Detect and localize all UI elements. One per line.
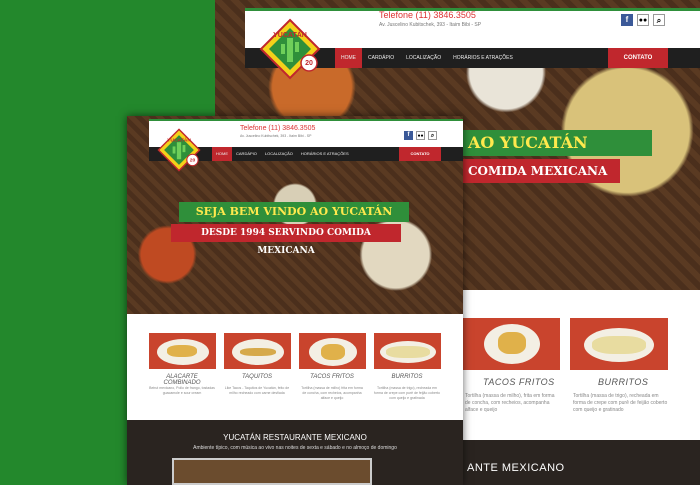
restaurant-photo [172,458,372,485]
nav-items: HOME CARDÁPIO LOCALIZAÇÃO HORÁRIOS E ATR… [335,48,519,68]
about-title: YUCATÁN RESTAURANTE MEXICANO [223,433,367,442]
card-image-combinado[interactable] [149,333,216,369]
logo-badge: 20 [305,60,313,67]
card-title[interactable]: ALACARTE COMBINADO [147,374,217,386]
hero-banner-title: AO YUCATÁN [460,130,652,156]
facebook-icon[interactable]: f [404,131,413,140]
hero-banner-title: SEJA BEM VINDO AO YUCATÁN [179,202,409,222]
nav-location[interactable]: LOCALIZAÇÃO [261,147,297,161]
card-description: Tortilha (massa de milho) frita em forma… [301,386,363,400]
hero-banner-subtitle: DESDE 1994 SERVINDO COMIDA MEXICANA [171,224,401,256]
card-description: Tortilha (massa de milho), frita em form… [465,393,555,413]
nav-items: HOME CARDÁPIO LOCALIZAÇÃO HORÁRIOS E ATR… [212,147,353,161]
yucatan-logo[interactable]: YUCATÁN 20 [259,18,321,80]
nav-hours[interactable]: HORÁRIOS E ATRAÇÕES [447,48,519,68]
card-title[interactable]: TAQUITOS [222,374,292,380]
card-description: Tortilha (massa de trigo), recheada em f… [573,393,668,413]
card-image-tacos[interactable] [299,333,366,369]
card-description: Tortilha (massa de trigo), recheada em f… [374,386,440,400]
card-image-tacos[interactable] [462,318,560,370]
nav-home[interactable]: HOME [335,48,362,68]
tripadvisor-icon[interactable]: ●● [416,131,425,140]
nav-hours[interactable]: HORÁRIOS E ATRAÇÕES [297,147,353,161]
address: Av. Juscelino Kubitschek, 393 - Itaim Bi… [240,134,312,138]
front-screenshot-panel: Telefone (11) 3846.3505 Av. Juscelino Ku… [127,116,463,485]
contact-button[interactable]: CONTATO [608,48,668,68]
tacos-plate [484,324,540,364]
card-description: Like Tacos - Taquitos de Yucatán, feito … [224,386,290,395]
burrito-plate [380,341,436,363]
nav-location[interactable]: LOCALIZAÇÃO [400,48,447,68]
about-title: ANTE MEXICANO [467,462,565,474]
combinado-plate [157,339,209,365]
tacos-plate [309,338,357,366]
card-image-burritos[interactable] [570,318,668,370]
tripadvisor-icon[interactable]: ●● [637,14,649,26]
contact-button[interactable]: CONTATO [399,147,441,161]
card-title[interactable]: BURRITOS [598,377,648,387]
yucatan-logo[interactable]: YUCATÁN 20 [157,128,201,172]
hero-banner-subtitle: COMIDA MEXICANA [460,159,620,183]
social-links: f ●● ⌕ [621,14,665,26]
phone-number[interactable]: Telefone (11) 3846.3505 [379,10,476,20]
phone-number[interactable]: Telefone (11) 3846.3505 [240,125,315,132]
card-title[interactable]: TACOS FRITOS [297,374,367,380]
nav-menu[interactable]: CARDÁPIO [362,48,400,68]
card-description: Beirut mexicano, Pollo de frango, tostad… [149,386,215,395]
search-icon[interactable]: ⌕ [428,131,437,140]
card-title[interactable]: TACOS FRITOS [483,377,555,387]
burrito-plate [584,328,654,362]
logo-text: YUCATÁN [273,30,307,39]
card-title[interactable]: BURRITOS [372,374,442,380]
logo-badge: 20 [190,157,196,163]
search-icon[interactable]: ⌕ [653,14,665,26]
card-image-taquitos[interactable] [224,333,291,369]
about-subtitle: Ambiente típico, com música ao vivo nas … [193,445,397,451]
card-image-burritos[interactable] [374,333,441,369]
nav-menu[interactable]: CARDÁPIO [232,147,261,161]
taquitos-plate [232,339,284,365]
address: Av. Juscelino Kubitschek, 393 - Itaim Bi… [379,22,482,28]
facebook-icon[interactable]: f [621,14,633,26]
nav-home[interactable]: HOME [212,147,232,161]
social-links: f ●● ⌕ [404,131,437,140]
